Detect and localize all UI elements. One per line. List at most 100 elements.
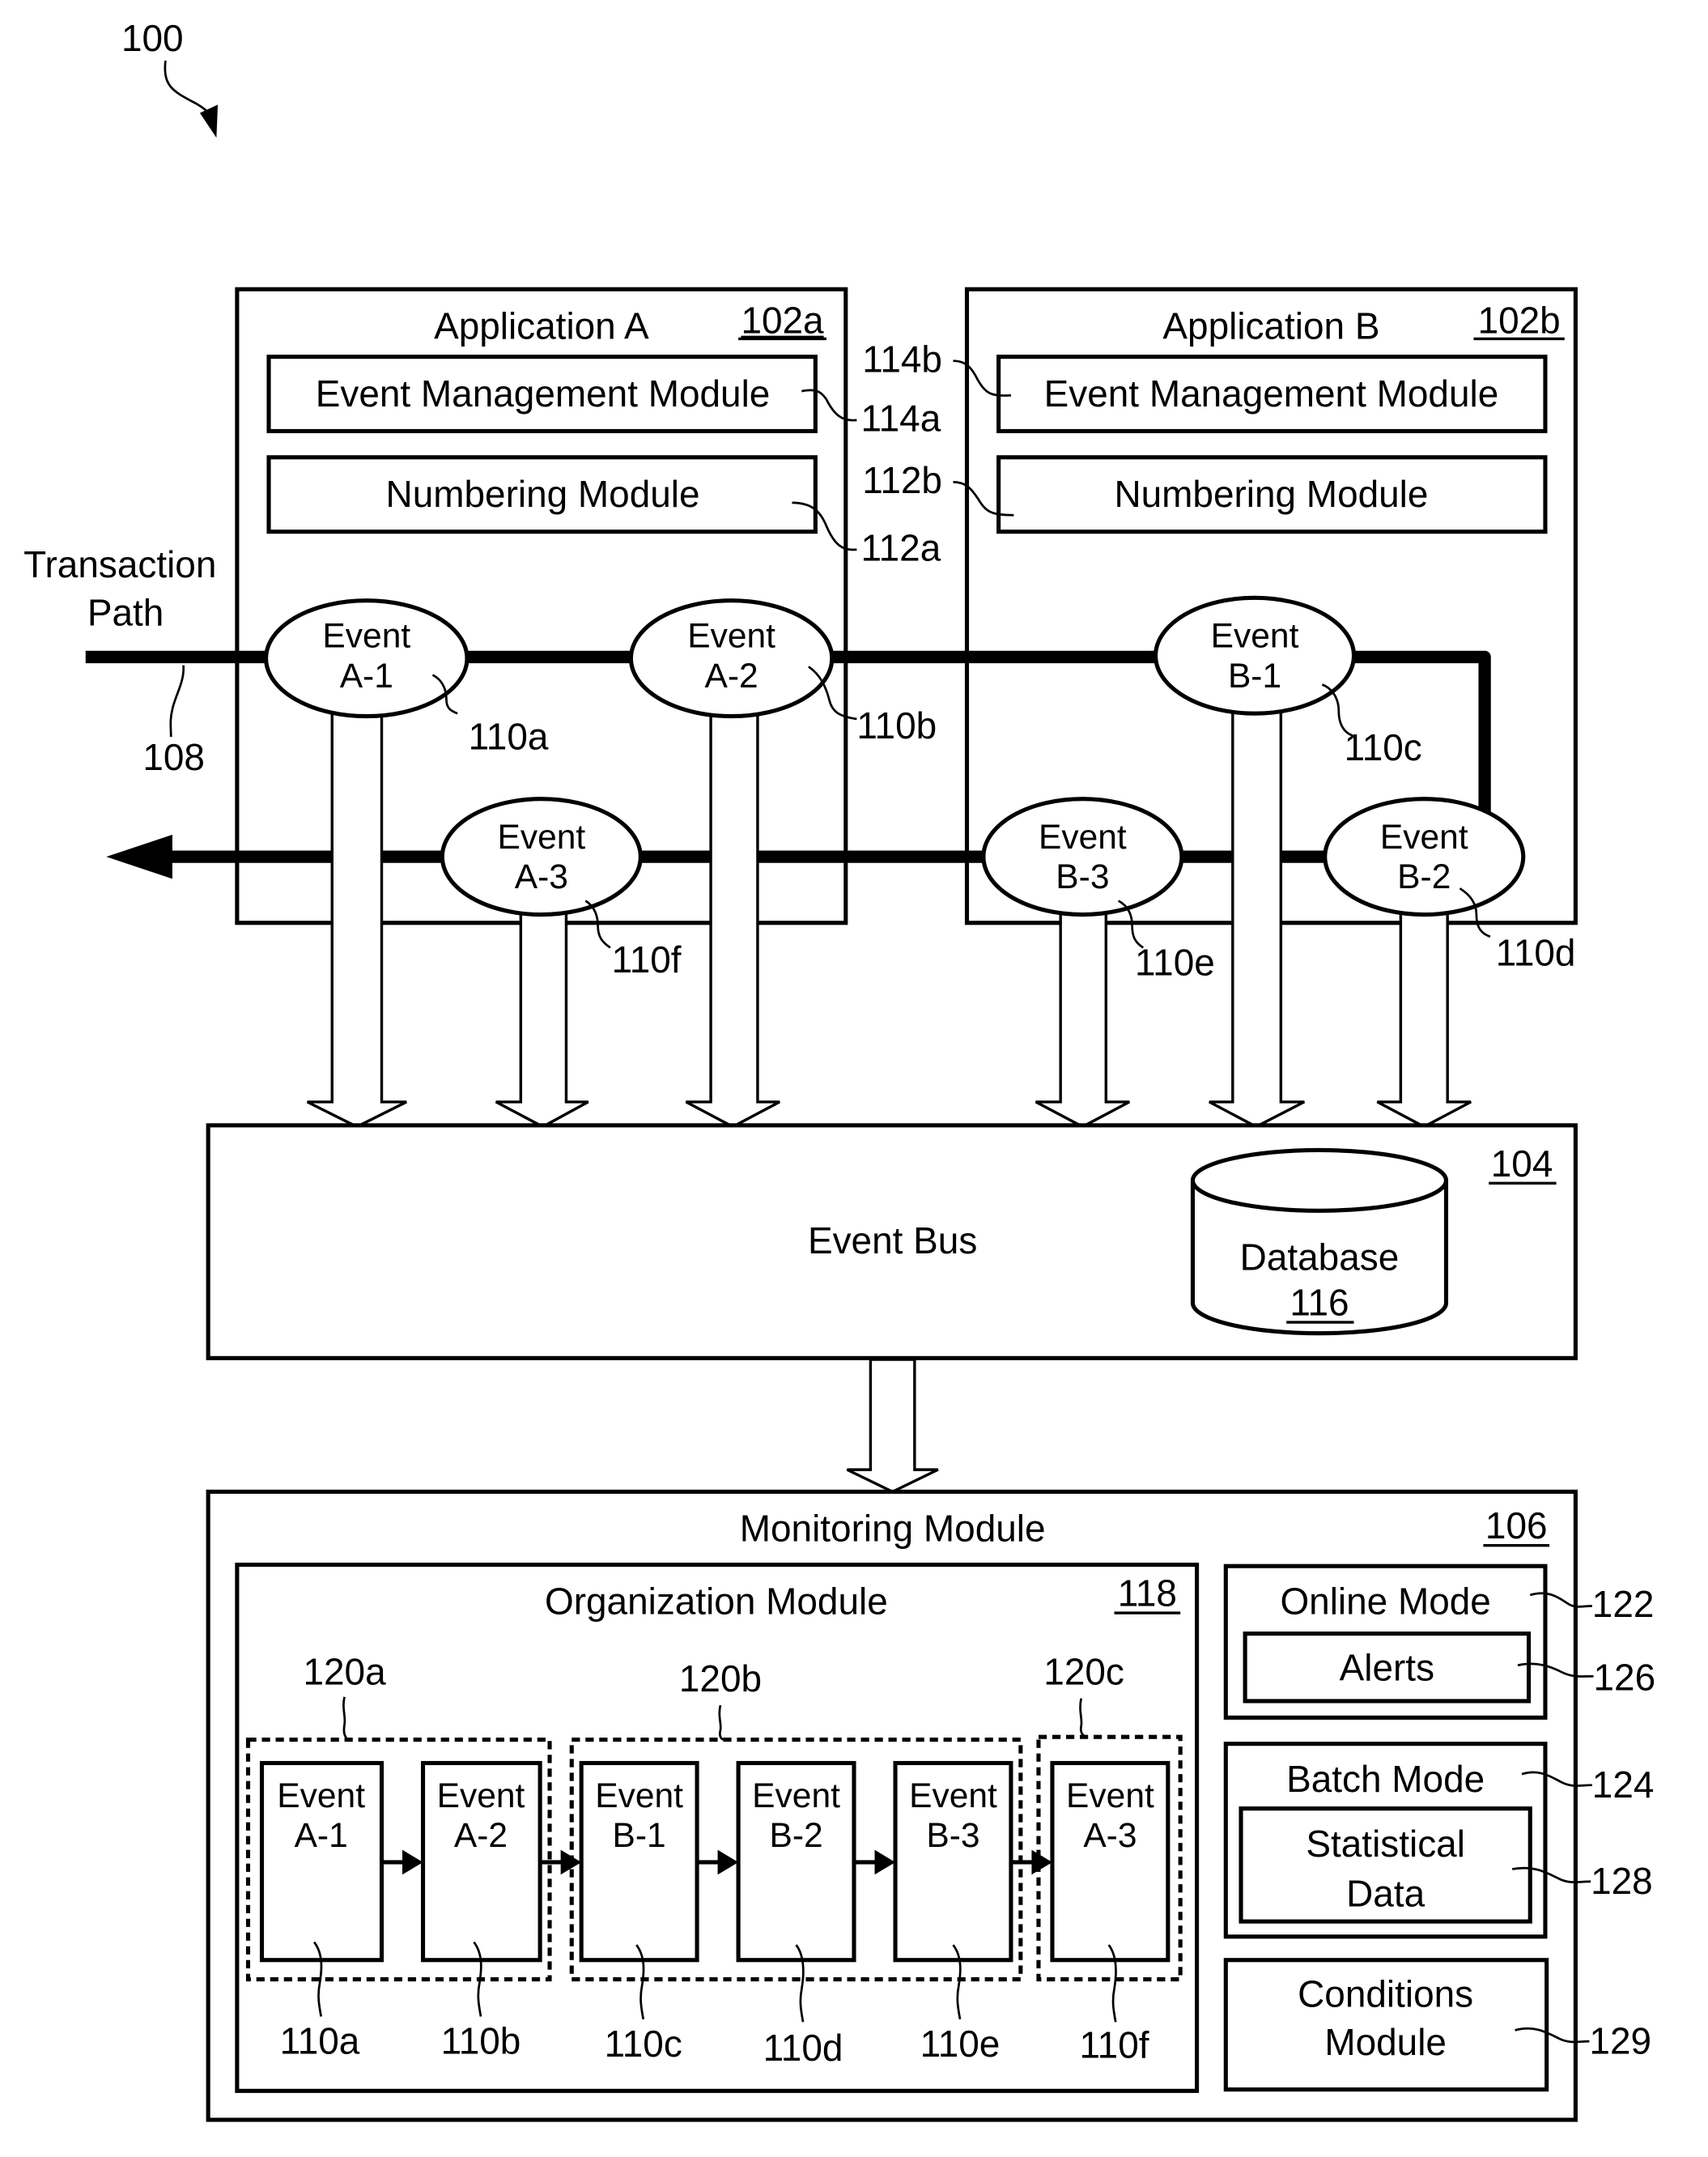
ref-110e-top: 110e <box>1135 941 1215 983</box>
event-management-module-a-label: Event Management Module <box>316 372 771 415</box>
event-bus: Event Bus 104 Database 116 <box>206 1123 1578 1360</box>
transaction-path-arrowhead-icon <box>106 834 172 879</box>
event-a-2-line1: Event <box>687 618 775 656</box>
statistical-data-line1: Statistical <box>1306 1823 1465 1865</box>
ref-110a-bottom: 110a <box>280 2019 360 2061</box>
ref-124: 124 <box>1592 1763 1655 1806</box>
organization-module-ref: 118 <box>1118 1572 1177 1615</box>
ref-122: 122 <box>1592 1583 1655 1625</box>
seq-event-a-3-line2: A-3 <box>1083 1817 1137 1855</box>
seq-event-a-2-line1: Event <box>437 1777 525 1815</box>
ref-110b-bottom: 110b <box>441 2019 521 2061</box>
event-b-2-node[interactable] <box>1323 797 1526 917</box>
event-b-1-line1: Event <box>1211 618 1299 656</box>
ref-112a: 112a <box>861 526 941 568</box>
event-b-3[interactable]: Event B-3 <box>981 797 1184 917</box>
ref-114a: 114a <box>861 397 941 439</box>
event-b-2-line1: Event <box>1380 819 1468 857</box>
ref-110c-bottom: 110c <box>605 2023 682 2065</box>
event-a-3-node[interactable] <box>440 797 643 917</box>
arrow-a3-to-bus <box>495 908 589 1129</box>
seq-event-b-3-line2: B-3 <box>926 1817 979 1855</box>
batch-mode-label: Batch Mode <box>1286 1758 1485 1800</box>
seq-event-a-2-line2: A-2 <box>454 1817 508 1855</box>
online-mode[interactable]: Online Mode Alerts <box>1223 1564 1548 1720</box>
system-diagram: 100 Application A 102a Event Management … <box>23 17 1655 2122</box>
transaction-path-label-line2: Path <box>87 591 164 633</box>
ref-128: 128 <box>1591 1860 1653 1902</box>
event-b-2-line2: B-2 <box>1397 858 1451 896</box>
ref-110f-top: 110f <box>612 938 682 981</box>
seq-event-a-1-line2: A-1 <box>295 1817 348 1855</box>
event-a-3-line2: A-3 <box>515 858 568 896</box>
numbering-module-a-label: Numbering Module <box>386 473 700 515</box>
event-management-module-b-label: Event Management Module <box>1044 372 1499 415</box>
event-bus-label: Event Bus <box>808 1219 977 1261</box>
figure-ref-leader <box>164 60 215 120</box>
group-120b-ref: 120b <box>679 1657 762 1700</box>
figure-ref: 100 <box>121 17 184 59</box>
event-a-3[interactable]: Event A-3 <box>440 797 643 917</box>
arrow-b3-to-bus <box>1035 908 1131 1129</box>
ref-110d-top: 110d <box>1496 932 1576 974</box>
group-120c-ref: 120c <box>1043 1651 1124 1693</box>
monitoring-module-ref: 106 <box>1485 1504 1548 1546</box>
alerts-label: Alerts <box>1340 1646 1434 1688</box>
ref-112b: 112b <box>862 459 942 501</box>
seq-event-a-3[interactable]: Event A-3 <box>1050 1760 1171 1963</box>
ref-129: 129 <box>1589 2019 1651 2061</box>
database-ref: 116 <box>1289 1282 1349 1324</box>
transaction-path-label-line1: Transaction <box>23 543 216 585</box>
seq-event-a-3-line1: Event <box>1066 1777 1154 1815</box>
application-a-ref: 102a <box>741 300 824 342</box>
ref-114b: 114b <box>862 338 942 380</box>
online-mode-label: Online Mode <box>1280 1581 1490 1623</box>
database-top <box>1190 1147 1449 1213</box>
ref-110b-top: 110b <box>856 704 937 747</box>
event-a-1-line2: A-1 <box>340 657 393 696</box>
event-b-3-node[interactable] <box>981 797 1184 917</box>
seq-event-b-2-line2: B-2 <box>769 1817 822 1855</box>
application-b-title: Application B <box>1162 304 1379 347</box>
seq-event-b-2-line1: Event <box>752 1777 840 1815</box>
leader-108 <box>169 665 185 738</box>
event-a-3-line1: Event <box>497 819 585 857</box>
seq-event-b-2[interactable]: Event B-2 <box>736 1760 856 1963</box>
ref-110f-bottom: 110f <box>1080 2024 1149 2066</box>
seq-event-b-1-line2: B-1 <box>613 1817 666 1855</box>
event-b-3-line2: B-3 <box>1056 858 1109 896</box>
conditions-module[interactable]: Conditions Module <box>1223 1958 1549 2092</box>
ref-110e-bottom: 110e <box>920 2023 1001 2065</box>
seq-event-b-3-line1: Event <box>909 1777 997 1815</box>
arrow-b2-to-bus <box>1376 908 1472 1129</box>
application-a-title: Application A <box>434 304 649 347</box>
numbering-module-b-label: Numbering Module <box>1114 473 1428 515</box>
organization-module: Organization Module 118 120a 120b 120c E… <box>235 1562 1200 2093</box>
conditions-module-line2: Module <box>1324 2021 1447 2063</box>
batch-mode[interactable]: Batch Mode Statistical Data <box>1223 1742 1548 1939</box>
seq-event-b-3[interactable]: Event B-3 <box>893 1760 1013 1963</box>
seq-event-a-1[interactable]: Event A-1 <box>259 1760 385 1963</box>
ref-110a-top: 110a <box>469 715 549 757</box>
event-b-2[interactable]: Event B-2 <box>1323 797 1526 917</box>
event-a-1-line1: Event <box>322 618 410 656</box>
seq-event-a-1-line1: Event <box>277 1777 365 1815</box>
figure-ref-arrowhead-icon <box>199 104 219 138</box>
group-120a-ref: 120a <box>303 1651 386 1693</box>
database[interactable]: Database 116 <box>1190 1147 1449 1336</box>
ref-110d-bottom: 110d <box>763 2027 843 2069</box>
event-b-1-node[interactable] <box>1154 595 1357 716</box>
event-a-2[interactable]: Event A-2 <box>628 598 835 719</box>
event-b-1[interactable]: Event B-1 <box>1154 595 1357 716</box>
seq-event-b-1-line1: Event <box>595 1777 683 1815</box>
seq-event-a-2[interactable]: Event A-2 <box>420 1760 542 1963</box>
event-b-3-line1: Event <box>1039 819 1127 857</box>
conditions-module-line1: Conditions <box>1298 1973 1473 2015</box>
event-a-1[interactable]: Event A-1 <box>264 598 469 719</box>
seq-event-b-1[interactable]: Event B-1 <box>579 1760 699 1963</box>
event-bus-ref: 104 <box>1491 1142 1553 1185</box>
monitoring-module: Monitoring Module 106 Organization Modul… <box>206 1489 1655 2122</box>
database-label: Database <box>1240 1236 1400 1278</box>
organization-module-label: Organization Module <box>545 1581 888 1623</box>
statistical-data-line2: Data <box>1346 1872 1425 1914</box>
